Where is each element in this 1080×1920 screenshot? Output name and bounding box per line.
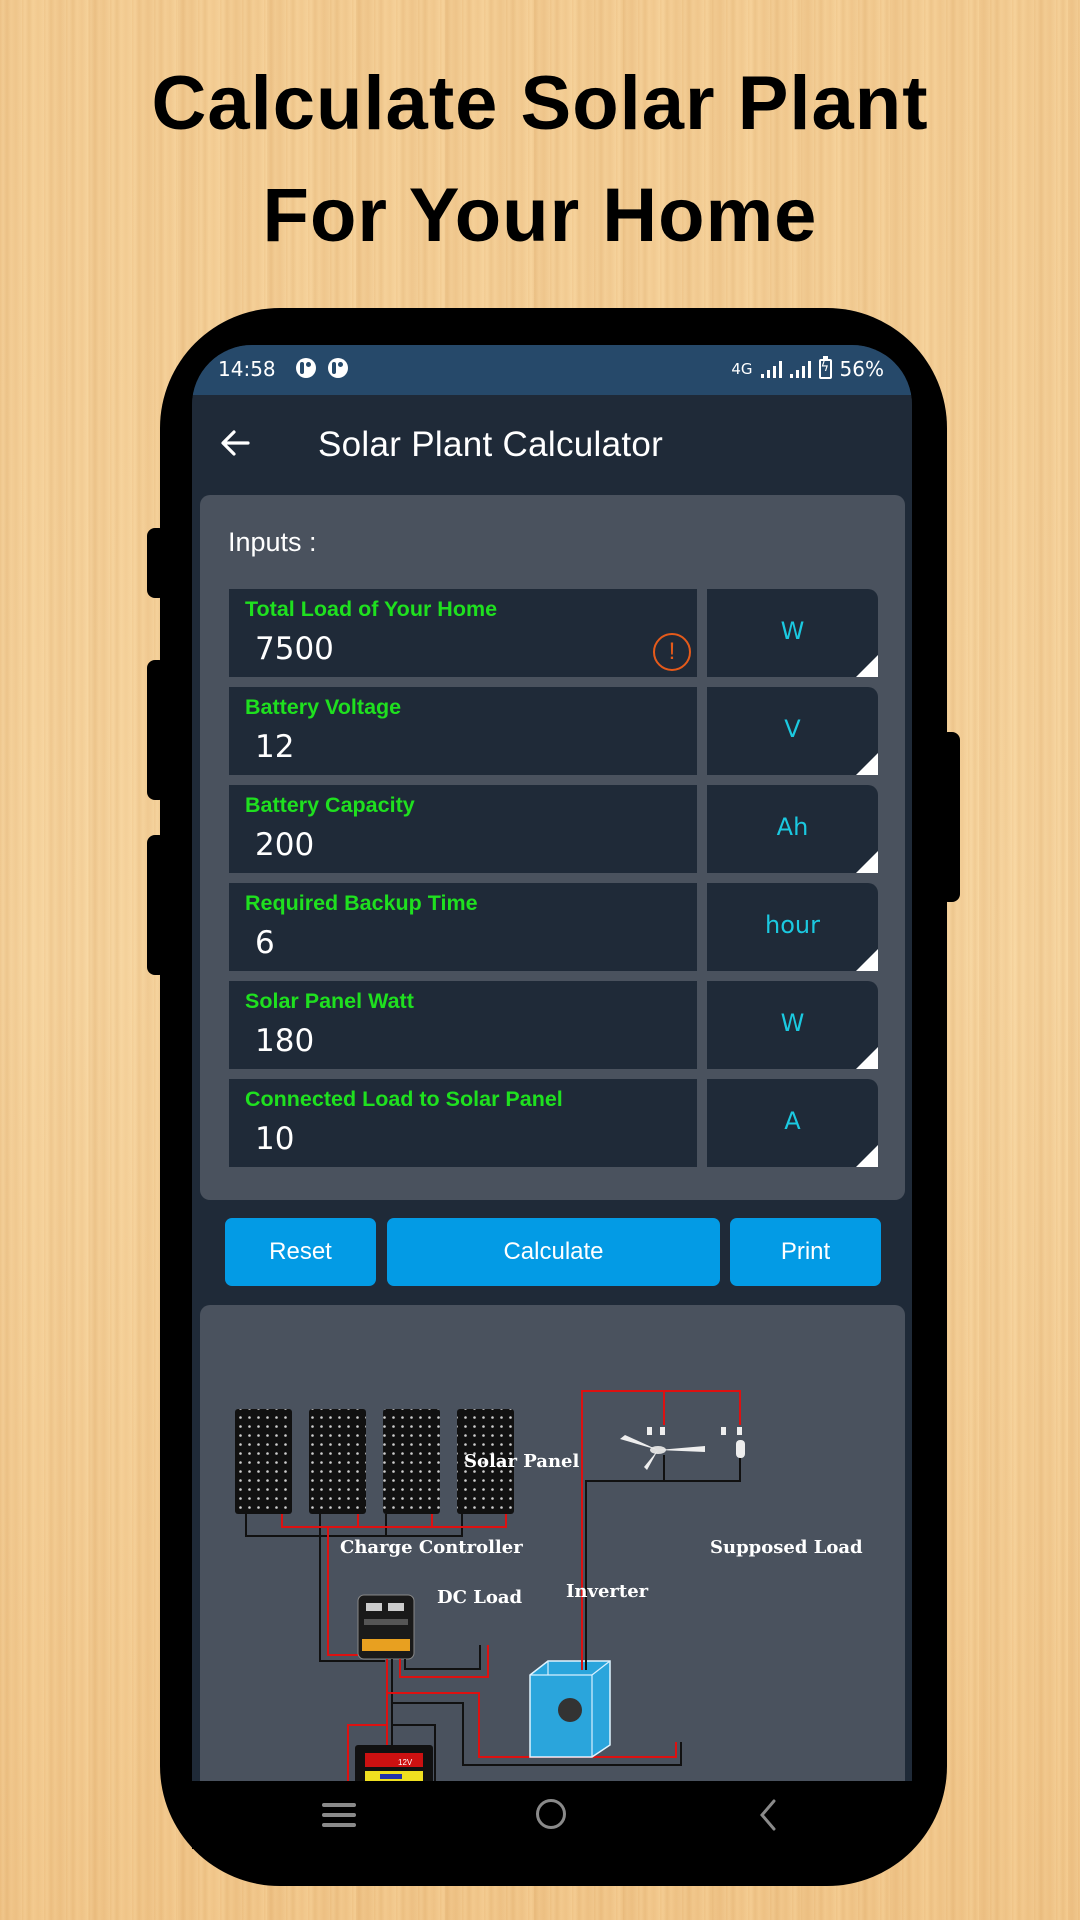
- print-button[interactable]: Print: [730, 1218, 881, 1286]
- solar-panel-1: [235, 1409, 292, 1514]
- error-icon: !: [653, 633, 691, 671]
- dropdown-corner-icon: [856, 753, 878, 775]
- arrow-left-icon: [221, 430, 250, 456]
- app-screen: 14:58 4G 56% Solar Plant Calculator Inpu…: [192, 345, 912, 1781]
- reset-button[interactable]: Reset: [225, 1218, 376, 1286]
- field-label: Connected Load to Solar Panel: [245, 1087, 563, 1111]
- solar-system-diagram: 12V Solar Panel Charge Controller DC Loa…: [235, 1390, 863, 1781]
- unit-value: A: [784, 1107, 801, 1135]
- connected-load-field[interactable]: Connected Load to Solar Panel 10: [229, 1079, 697, 1167]
- recent-apps-icon[interactable]: [322, 1803, 356, 1829]
- field-label: Required Backup Time: [245, 891, 478, 915]
- app-bar: Solar Plant Calculator: [192, 395, 912, 495]
- label-supposed-load: Supposed Load: [710, 1537, 863, 1558]
- dropdown-corner-icon: [856, 1047, 878, 1069]
- promo-title-line1: Calculate Solar Plant: [151, 61, 929, 146]
- unit-select[interactable]: hour: [707, 883, 878, 971]
- back-button[interactable]: [214, 421, 258, 465]
- charge-controller: [357, 1594, 415, 1660]
- input-row-battery-voltage: Battery Voltage 12 V: [229, 687, 879, 775]
- unit-select[interactable]: W: [707, 589, 878, 677]
- field-value: 12: [255, 729, 295, 765]
- inputs-card: Inputs : Total Load of Your Home 7500 ! …: [200, 495, 905, 1200]
- unit-value: hour: [765, 911, 820, 939]
- status-bar: 14:58 4G 56%: [192, 345, 912, 395]
- label-charge-controller: Charge Controller: [340, 1537, 523, 1558]
- app-notification-icon: [296, 358, 316, 378]
- solar-panel-2: [309, 1409, 366, 1514]
- dropdown-corner-icon: [856, 655, 878, 677]
- input-row-connected-load: Connected Load to Solar Panel 10 A: [229, 1079, 879, 1167]
- total-load-field[interactable]: Total Load of Your Home 7500 !: [229, 589, 697, 677]
- field-label: Total Load of Your Home: [245, 597, 498, 621]
- battery-voltage-label: 12V: [398, 1758, 413, 1767]
- input-row-backup-time: Required Backup Time 6 hour: [229, 883, 879, 971]
- panel-watt-field[interactable]: Solar Panel Watt 180: [229, 981, 697, 1069]
- backup-time-field[interactable]: Required Backup Time 6: [229, 883, 697, 971]
- dropdown-corner-icon: [856, 949, 878, 971]
- unit-select[interactable]: W: [707, 981, 878, 1069]
- page-title: Solar Plant Calculator: [318, 425, 664, 464]
- unit-select[interactable]: A: [707, 1079, 878, 1167]
- label-solar-panel: Solar Panel: [464, 1451, 580, 1472]
- field-label: Battery Voltage: [245, 695, 402, 719]
- ceiling-fan-icon: [620, 1435, 705, 1470]
- promo-title-line2: For Your Home: [262, 173, 818, 258]
- battery-capacity-field[interactable]: Battery Capacity 200: [229, 785, 697, 873]
- unit-select[interactable]: Ah: [707, 785, 878, 873]
- unit-value: W: [780, 617, 805, 645]
- inverter-unit: [529, 1660, 611, 1758]
- inputs-heading: Inputs :: [228, 527, 317, 557]
- field-value: 7500: [255, 631, 334, 667]
- field-label: Battery Capacity: [245, 793, 415, 817]
- input-row-battery-capacity: Battery Capacity 200 Ah: [229, 785, 879, 873]
- solar-panel-3: [383, 1409, 440, 1514]
- switch-icons: [647, 1427, 742, 1435]
- input-row-total-load: Total Load of Your Home 7500 ! W: [229, 589, 879, 677]
- home-icon[interactable]: [536, 1799, 566, 1829]
- back-icon[interactable]: [754, 1797, 784, 1833]
- battery-unit: 12V: [355, 1745, 433, 1781]
- input-row-panel-watt: Solar Panel Watt 180 W: [229, 981, 879, 1069]
- field-value: 6: [255, 925, 275, 961]
- signal-icon: [760, 360, 782, 378]
- label-inverter: Inverter: [566, 1581, 649, 1602]
- app-notification-icon: [328, 358, 348, 378]
- unit-value: Ah: [776, 813, 809, 841]
- system-nav-bar: [192, 1781, 912, 1849]
- field-value: 10: [255, 1121, 295, 1157]
- signal-icon: [789, 360, 811, 378]
- network-type: 4G: [731, 360, 753, 378]
- dropdown-corner-icon: [856, 1145, 878, 1167]
- unit-select[interactable]: V: [707, 687, 878, 775]
- label-dc-load: DC Load: [437, 1587, 523, 1608]
- field-label: Solar Panel Watt: [245, 989, 414, 1013]
- field-value: 200: [255, 827, 315, 863]
- battery-percent: 56%: [839, 357, 884, 381]
- solar-diagram-card: 12V Solar Panel Charge Controller DC Loa…: [200, 1305, 905, 1781]
- status-time: 14:58: [218, 357, 276, 381]
- calculate-button[interactable]: Calculate: [387, 1218, 720, 1286]
- unit-value: V: [784, 715, 801, 743]
- field-value: 180: [255, 1023, 315, 1059]
- status-right-group: 4G 56%: [731, 356, 884, 381]
- battery-voltage-field[interactable]: Battery Voltage 12: [229, 687, 697, 775]
- battery-charging-icon: [818, 356, 832, 379]
- unit-value: W: [780, 1009, 805, 1037]
- dropdown-corner-icon: [856, 851, 878, 873]
- light-bulb-icon: [736, 1440, 745, 1458]
